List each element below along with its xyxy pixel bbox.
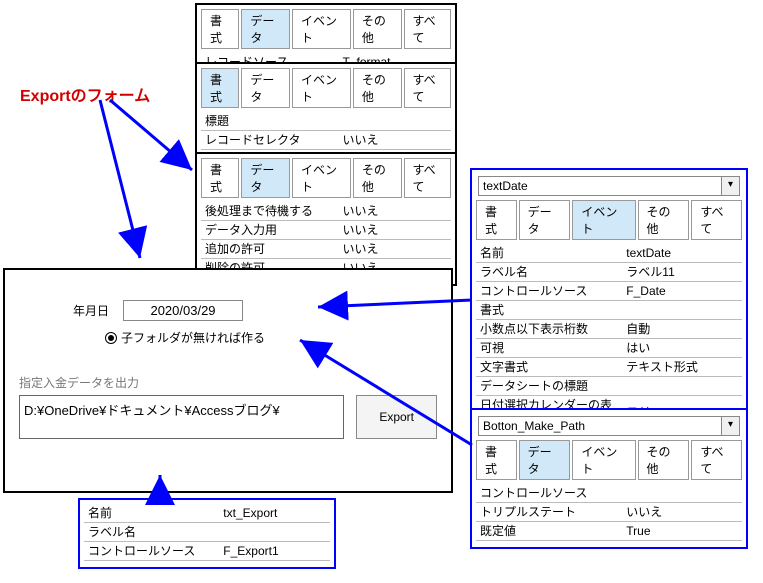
- prop-list: 名前textDate ラベル名ラベル11 コントロールソースF_Date 書式 …: [476, 244, 742, 431]
- tab-format[interactable]: 書式: [201, 158, 239, 198]
- tab-other[interactable]: その他: [353, 68, 402, 108]
- tab-data[interactable]: データ: [241, 9, 290, 49]
- tab-data[interactable]: データ: [241, 158, 290, 198]
- tab-event[interactable]: イベント: [292, 68, 351, 108]
- tab-data[interactable]: データ: [519, 200, 571, 240]
- export-button[interactable]: Export: [356, 395, 437, 439]
- object-selector[interactable]: [478, 176, 722, 196]
- tab-all[interactable]: すべて: [404, 68, 452, 108]
- page-title: Exportのフォーム: [20, 82, 150, 106]
- prop-panel-txt-export: 名前txt_Export ラベル名 コントロールソースF_Export1: [78, 498, 336, 569]
- object-selector[interactable]: [478, 416, 722, 436]
- tab-other[interactable]: その他: [638, 200, 690, 240]
- prop-panel-button-make-path: ▾ 書式 データ イベント その他 すべて コントロールソース トリプルステート…: [470, 408, 748, 549]
- date-label: 年月日: [73, 302, 109, 319]
- export-path-input[interactable]: D:¥OneDrive¥ドキュメント¥Accessブログ¥: [19, 395, 344, 439]
- prop-panel-form-data: 書式 データ イベント その他 すべて 後処理まで待機するいいえ データ入力用い…: [195, 152, 457, 286]
- export-form: 年月日 2020/03/29 子フォルダが無ければ作る 指定入金データを出力 D…: [3, 268, 453, 493]
- tab-format[interactable]: 書式: [476, 200, 517, 240]
- tab-format[interactable]: 書式: [476, 440, 517, 480]
- tab-other[interactable]: その他: [353, 158, 402, 198]
- tab-event[interactable]: イベント: [572, 200, 635, 240]
- radio-label: 子フォルダが無ければ作る: [121, 329, 265, 346]
- tab-event[interactable]: イベント: [292, 158, 351, 198]
- tab-all[interactable]: すべて: [691, 440, 742, 480]
- prop-list: コントロールソース トリプルステートいいえ 既定値True: [476, 484, 742, 541]
- date-input[interactable]: 2020/03/29: [123, 300, 243, 321]
- tab-all[interactable]: すべて: [691, 200, 742, 240]
- prop-list: 後処理まで待機するいいえ データ入力用いいえ 追加の許可いいえ 削除の許可いいえ: [201, 202, 451, 278]
- tab-other[interactable]: その他: [638, 440, 690, 480]
- dropdown-icon[interactable]: ▾: [722, 416, 740, 436]
- dropdown-icon[interactable]: ▾: [722, 176, 740, 196]
- tab-event[interactable]: イベント: [292, 9, 351, 49]
- tab-format[interactable]: 書式: [201, 68, 239, 108]
- prop-panel-textdate: ▾ 書式 データ イベント その他 すべて 名前textDate ラベル名ラベル…: [470, 168, 748, 439]
- tab-format[interactable]: 書式: [201, 9, 239, 49]
- tab-other[interactable]: その他: [353, 9, 402, 49]
- tab-all[interactable]: すべて: [404, 9, 452, 49]
- tab-all[interactable]: すべて: [404, 158, 452, 198]
- prop-list: 名前txt_Export ラベル名 コントロールソースF_Export1: [84, 504, 330, 561]
- radio-make-subfolder[interactable]: [105, 332, 117, 344]
- tab-data[interactable]: データ: [519, 440, 571, 480]
- tab-event[interactable]: イベント: [572, 440, 635, 480]
- tab-data[interactable]: データ: [241, 68, 290, 108]
- output-section-label: 指定入金データを出力: [19, 374, 437, 391]
